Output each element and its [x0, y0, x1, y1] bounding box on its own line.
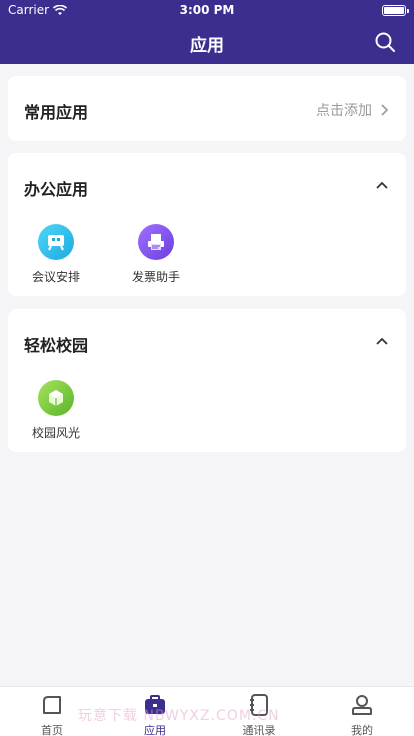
tab-label: 首页	[41, 724, 63, 736]
app-label: 发票助手	[131, 270, 180, 284]
common-apps-card[interactable]: 常用应用 点击添加	[8, 76, 406, 141]
add-app-label: 点击添加	[316, 103, 372, 119]
chevron-right-icon	[381, 104, 389, 116]
navigation-bar: 应用	[0, 20, 414, 64]
app-campus-scenery[interactable]: 校园风光	[24, 380, 88, 441]
app-invoice[interactable]: 发票助手	[124, 224, 188, 285]
chevron-up-icon[interactable]	[376, 336, 388, 348]
status-time: 3:00 PM	[179, 3, 235, 17]
app-label: 会议安排	[31, 270, 80, 284]
campus-apps-title: 轻松校园	[24, 336, 89, 355]
office-apps-title: 办公应用	[24, 180, 89, 199]
invoice-icon	[138, 224, 174, 260]
app-meeting[interactable]: 会议安排	[24, 224, 88, 285]
battery-icon	[382, 5, 409, 16]
tab-home[interactable]: 首页	[22, 693, 82, 736]
search-icon[interactable]	[374, 31, 396, 53]
tab-profile[interactable]: 我的	[332, 693, 392, 736]
home-icon	[43, 696, 61, 714]
campus-apps-card: 轻松校园 校园风光	[8, 309, 406, 452]
add-app-link[interactable]: 点击添加	[316, 100, 390, 120]
meeting-icon	[38, 224, 74, 260]
office-apps-card: 办公应用 会议安排 发票助手	[8, 153, 406, 296]
page-title: 应用	[190, 36, 224, 56]
app-label: 校园风光	[31, 426, 80, 440]
watermark: 玩意下载 NBWYXZ.COM.CN	[78, 708, 280, 724]
status-bar: Carrier 3:00 PM	[0, 0, 414, 20]
chevron-up-icon[interactable]	[376, 180, 388, 192]
common-apps-title: 常用应用	[24, 103, 89, 122]
campus-cube-icon	[38, 380, 74, 416]
tab-label: 我的	[351, 724, 373, 736]
profile-icon	[352, 695, 372, 715]
